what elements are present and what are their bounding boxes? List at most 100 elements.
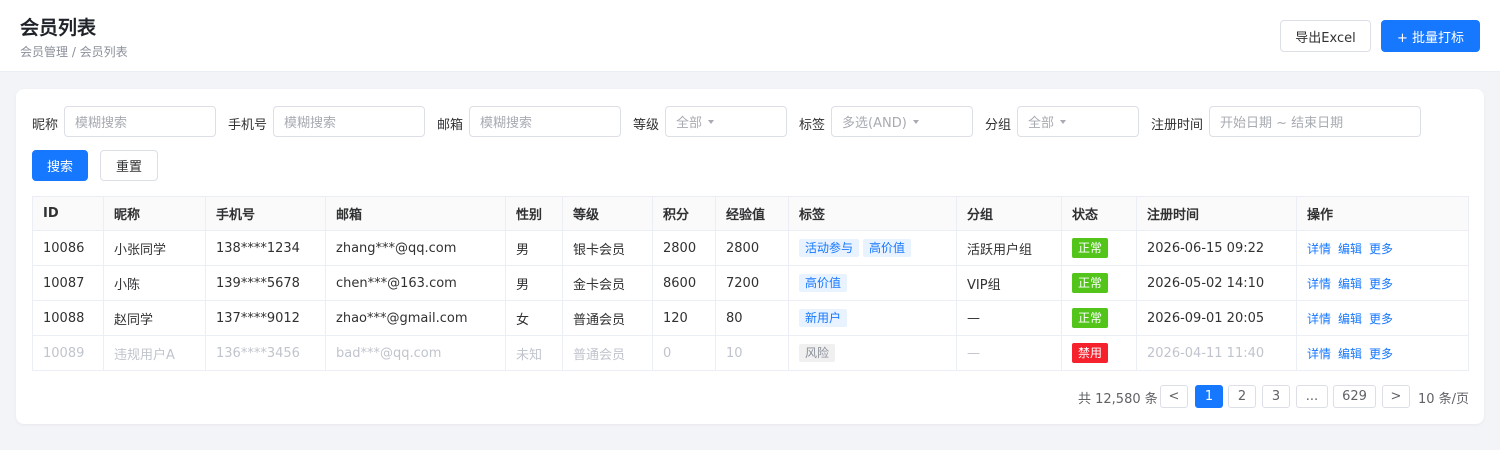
column-header-gender: 性别 bbox=[505, 196, 563, 231]
cell-group: — bbox=[956, 335, 1062, 371]
cell-reg-time: 2026-04-11 11:40 bbox=[1136, 335, 1297, 371]
cell-status: 禁用 bbox=[1061, 335, 1137, 371]
cell-points: 0 bbox=[652, 335, 716, 371]
tag-badge: 新用户 bbox=[799, 309, 848, 327]
pagination-total: 共 12,580 条 bbox=[1078, 391, 1158, 407]
reg-time-range-input[interactable]: 开始日期 ~ 结束日期 bbox=[1209, 106, 1421, 137]
cell-gender: 男 bbox=[505, 230, 563, 266]
table-row: 10089 违规用户A 136****3456 bad***@qq.com 未知… bbox=[32, 335, 1469, 371]
cell-reg-time: 2026-06-15 09:22 bbox=[1136, 230, 1297, 266]
pagination-page-2[interactable]: 2 bbox=[1228, 385, 1256, 408]
cell-status: 正常 bbox=[1061, 230, 1137, 266]
nickname-label: 昵称 bbox=[32, 118, 59, 133]
column-header-email: 邮箱 bbox=[325, 196, 506, 231]
column-header-nickname: 昵称 bbox=[103, 196, 206, 231]
page-size-select[interactable]: 10 条/页 bbox=[1418, 385, 1469, 409]
cell-exp: 2800 bbox=[715, 230, 789, 266]
pagination-prev-button[interactable]: < bbox=[1160, 385, 1188, 408]
column-header-level: 等级 bbox=[562, 196, 653, 231]
group-select-value: 全部 bbox=[1028, 116, 1055, 131]
cell-level: 金卡会员 bbox=[562, 265, 653, 301]
nickname-input[interactable]: 模糊搜索 bbox=[64, 106, 216, 137]
tags-select-value: 多选(AND) bbox=[842, 116, 907, 131]
cell-actions: 详情 编辑 更多 bbox=[1296, 230, 1469, 266]
email-input[interactable]: 模糊搜索 bbox=[469, 106, 621, 137]
more-link[interactable]: 更多 bbox=[1369, 277, 1393, 291]
edit-link[interactable]: 编辑 bbox=[1338, 242, 1362, 256]
member-table: ID 昵称 手机号 邮箱 性别 等级 积分 经验值 标签 分组 状态 注册时间 … bbox=[32, 196, 1469, 371]
edit-link[interactable]: 编辑 bbox=[1338, 347, 1362, 361]
phone-label: 手机号 bbox=[228, 118, 268, 133]
more-link[interactable]: 更多 bbox=[1369, 347, 1393, 361]
cell-actions: 详情 编辑 更多 bbox=[1296, 300, 1469, 336]
cell-reg-time: 2026-09-01 20:05 bbox=[1136, 300, 1297, 336]
cell-phone: 138****1234 bbox=[205, 230, 326, 266]
export-excel-button[interactable]: 导出Excel bbox=[1280, 20, 1371, 52]
reset-button[interactable]: 重置 bbox=[100, 150, 158, 181]
detail-link[interactable]: 详情 bbox=[1307, 242, 1331, 256]
cell-phone: 139****5678 bbox=[205, 265, 326, 301]
tag-badge: 风险 bbox=[799, 344, 836, 362]
cell-group: VIP组 bbox=[956, 265, 1062, 301]
column-header-status: 状态 bbox=[1061, 196, 1137, 231]
page-title: 会员列表 bbox=[20, 17, 97, 39]
cell-status: 正常 bbox=[1061, 300, 1137, 336]
column-header-exp: 经验值 bbox=[715, 196, 789, 231]
cell-gender: 男 bbox=[505, 265, 563, 301]
cell-email: zhang***@qq.com bbox=[325, 230, 506, 266]
column-header-tags: 标签 bbox=[788, 196, 957, 231]
table-header-row: ID 昵称 手机号 邮箱 性别 等级 积分 经验值 标签 分组 状态 注册时间 … bbox=[32, 196, 1469, 231]
level-label: 等级 bbox=[633, 118, 660, 133]
cell-tags: 新用户 bbox=[788, 300, 957, 336]
column-header-points: 积分 bbox=[652, 196, 716, 231]
pagination-page-3[interactable]: 3 bbox=[1262, 385, 1290, 408]
cell-exp: 80 bbox=[715, 300, 789, 336]
cell-actions: 详情 编辑 更多 bbox=[1296, 265, 1469, 301]
cell-exp: 10 bbox=[715, 335, 789, 371]
page-header: 会员列表 会员管理 / 会员列表 导出Excel + 批量打标 bbox=[0, 0, 1500, 72]
cell-phone: 136****3456 bbox=[205, 335, 326, 371]
column-header-reg-time: 注册时间 bbox=[1136, 196, 1297, 231]
table-row: 10087 小陈 139****5678 chen***@163.com 男 金… bbox=[32, 265, 1469, 301]
cell-tags: 高价值 bbox=[788, 265, 957, 301]
status-badge: 正常 bbox=[1072, 308, 1109, 328]
detail-link[interactable]: 详情 bbox=[1307, 312, 1331, 326]
status-badge: 正常 bbox=[1072, 238, 1109, 258]
cell-nickname: 违规用户A bbox=[103, 335, 206, 371]
bulk-tag-button[interactable]: + 批量打标 bbox=[1381, 20, 1480, 52]
cell-points: 2800 bbox=[652, 230, 716, 266]
table-row: 10086 小张同学 138****1234 zhang***@qq.com 男… bbox=[32, 230, 1469, 266]
more-link[interactable]: 更多 bbox=[1369, 242, 1393, 256]
phone-input[interactable]: 模糊搜索 bbox=[273, 106, 425, 137]
group-label: 分组 bbox=[985, 118, 1012, 133]
detail-link[interactable]: 详情 bbox=[1307, 347, 1331, 361]
pagination-page-last[interactable]: 629 bbox=[1333, 385, 1376, 408]
tags-select[interactable]: 多选(AND) bbox=[831, 106, 973, 137]
cell-points: 8600 bbox=[652, 265, 716, 301]
cell-nickname: 小张同学 bbox=[103, 230, 206, 266]
pagination-page-1[interactable]: 1 bbox=[1195, 385, 1223, 408]
chevron-down-icon bbox=[708, 120, 715, 124]
cell-group: 活跃用户组 bbox=[956, 230, 1062, 266]
tags-label: 标签 bbox=[799, 118, 826, 133]
pagination-next-button[interactable]: > bbox=[1382, 385, 1410, 408]
group-select[interactable]: 全部 bbox=[1017, 106, 1139, 137]
more-link[interactable]: 更多 bbox=[1369, 312, 1393, 326]
column-header-phone: 手机号 bbox=[205, 196, 326, 231]
reg-time-label: 注册时间 bbox=[1151, 118, 1204, 133]
cell-actions: 详情 编辑 更多 bbox=[1296, 335, 1469, 371]
cell-level: 普通会员 bbox=[562, 335, 653, 371]
cell-points: 120 bbox=[652, 300, 716, 336]
edit-link[interactable]: 编辑 bbox=[1338, 277, 1362, 291]
cell-gender: 未知 bbox=[505, 335, 563, 371]
pagination-ellipsis[interactable]: ... bbox=[1296, 385, 1328, 408]
cell-tags: 活动参与 高价值 bbox=[788, 230, 957, 266]
detail-link[interactable]: 详情 bbox=[1307, 277, 1331, 291]
column-header-group: 分组 bbox=[956, 196, 1062, 231]
cell-email: bad***@qq.com bbox=[325, 335, 506, 371]
edit-link[interactable]: 编辑 bbox=[1338, 312, 1362, 326]
cell-email: chen***@163.com bbox=[325, 265, 506, 301]
cell-group: — bbox=[956, 300, 1062, 336]
level-select[interactable]: 全部 bbox=[665, 106, 787, 137]
search-button[interactable]: 搜索 bbox=[32, 150, 88, 181]
